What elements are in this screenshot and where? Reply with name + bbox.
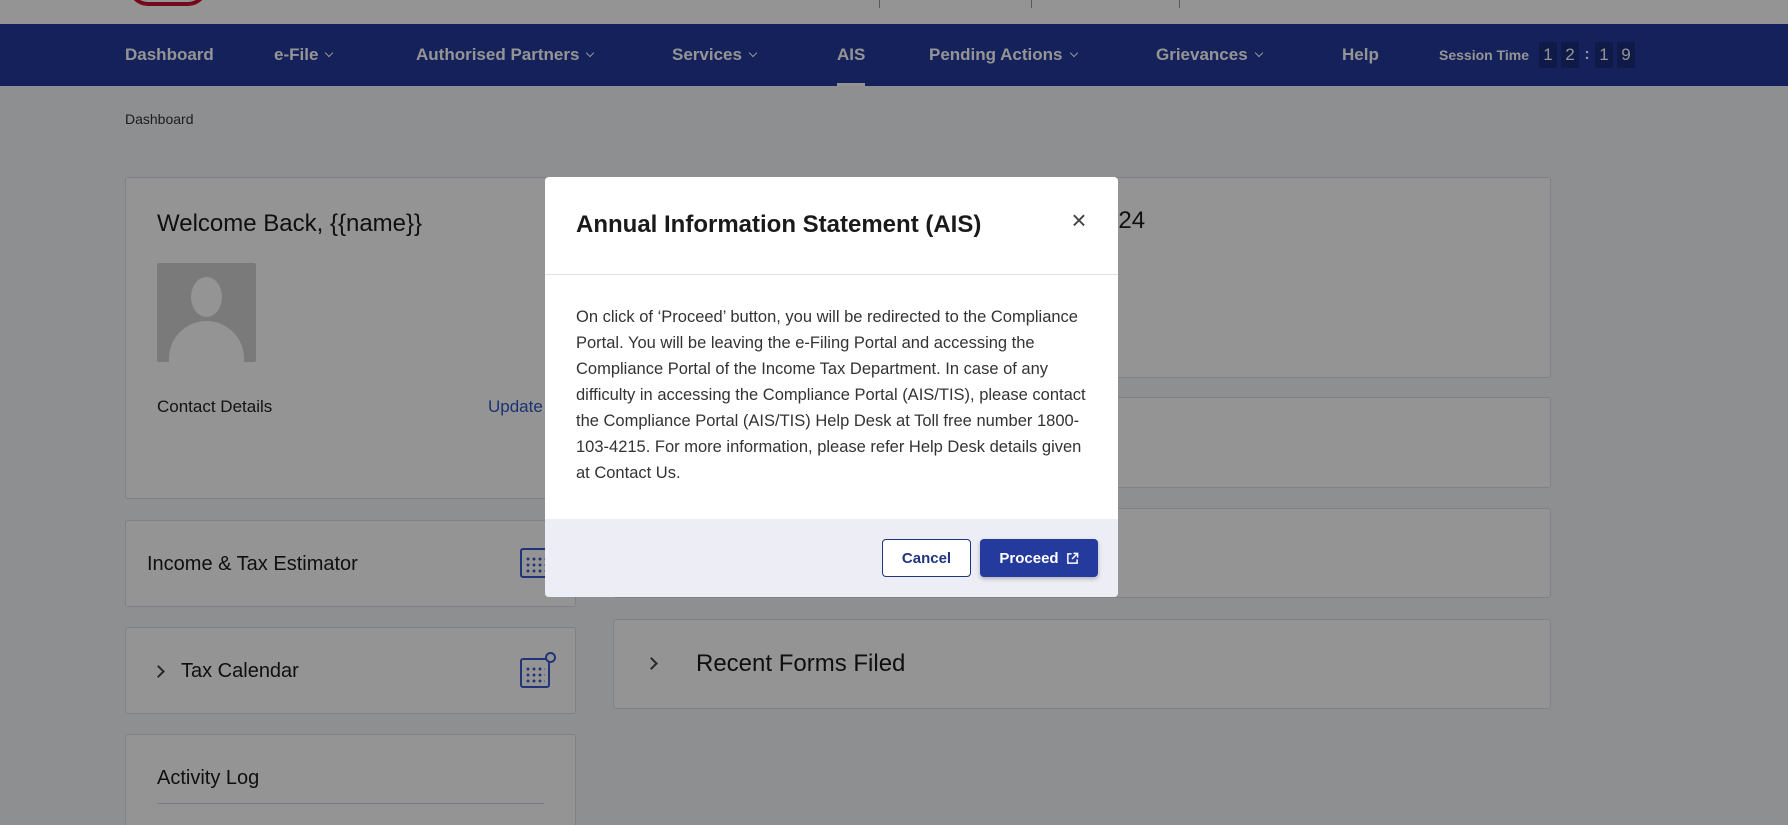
modal-body-text: On click of ‘Proceed’ button, you will b… [576,308,1086,482]
modal-divider [545,274,1118,275]
proceed-button[interactable]: Proceed [980,539,1098,577]
ais-modal: Annual Information Statement (AIS) × On … [545,177,1118,597]
external-link-icon [1066,552,1078,564]
modal-title: Annual Information Statement (AIS) [576,211,982,238]
close-icon[interactable]: × [1066,207,1092,233]
cancel-button[interactable]: Cancel [882,539,971,577]
